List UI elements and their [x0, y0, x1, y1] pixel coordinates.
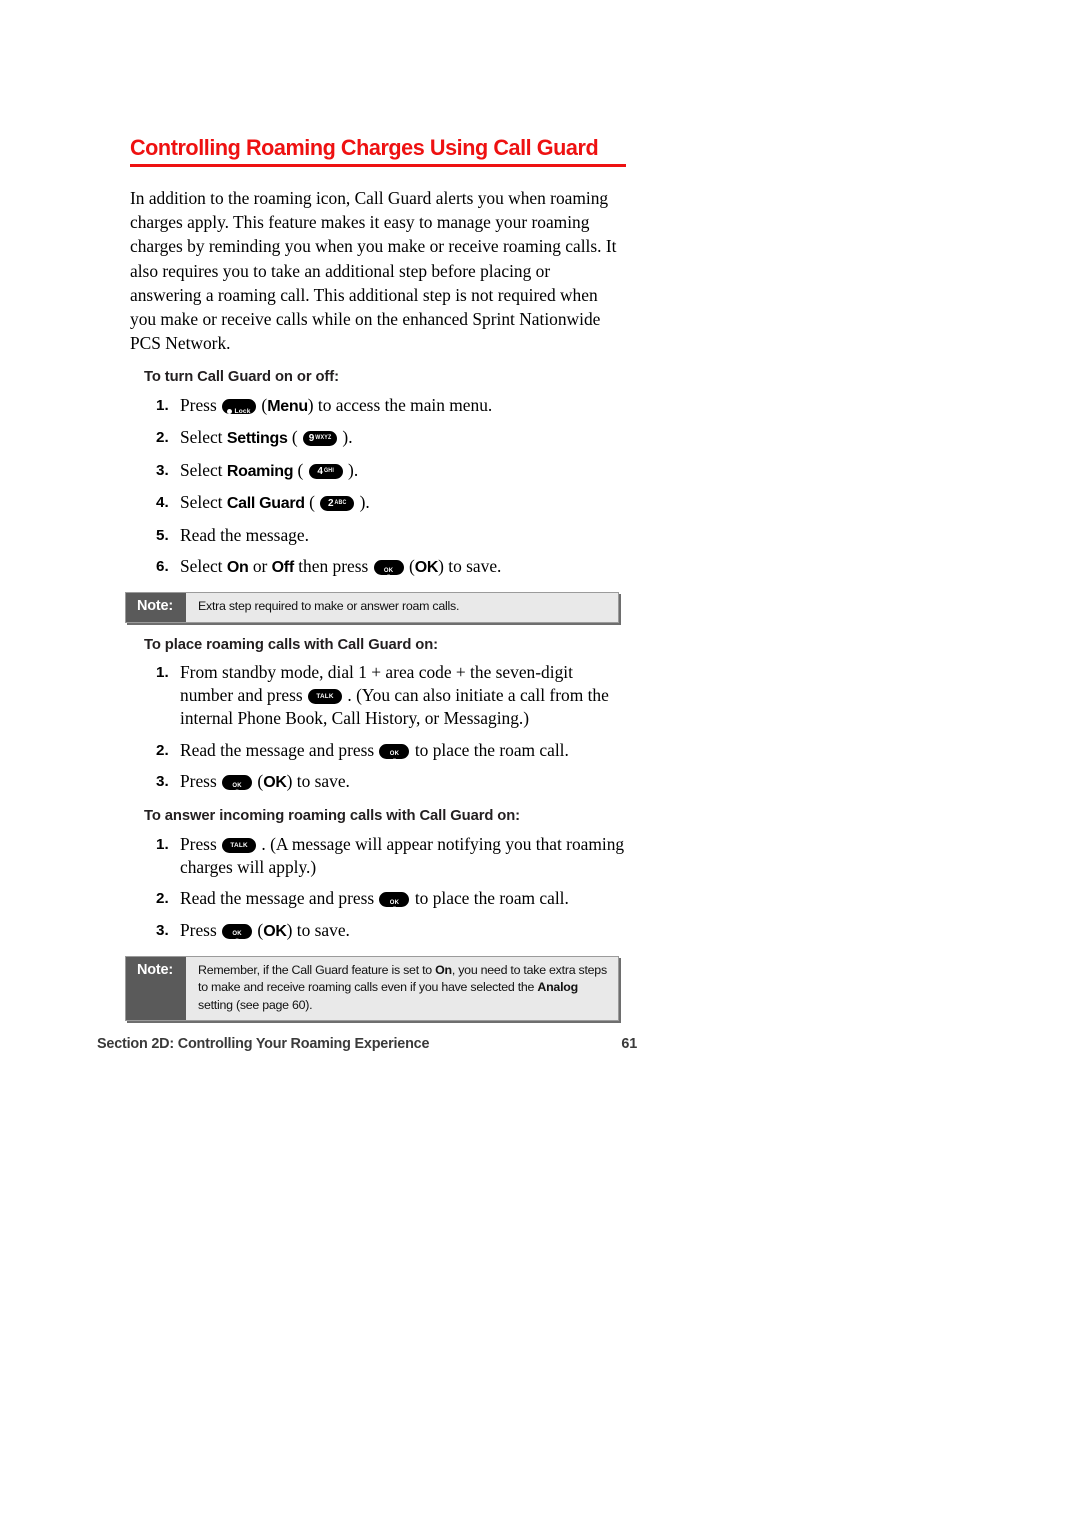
list-item: 6. Select On or Off then press OK≡ (OK) t…: [130, 555, 630, 579]
ok-key-icon: OK≡: [379, 743, 410, 759]
subheading-answer-roaming-calls: To answer incoming roaming calls with Ca…: [144, 808, 521, 825]
subheading-turn-call-guard: To turn Call Guard on or off:: [144, 369, 339, 386]
step-emphasis: Settings: [226, 430, 288, 448]
step-text-post: ).: [338, 427, 353, 448]
step-number: 2.: [156, 890, 169, 908]
talk-key-icon: TALK: [222, 837, 257, 853]
steps-list-place-roaming-calls: 1. From standby mode, dial 1 + area code …: [130, 661, 630, 794]
list-item: 4. Select Call Guard ( 2ABC ).: [130, 491, 630, 515]
list-item: 2. Select Settings ( 9WXYZ ).: [130, 426, 630, 450]
step-text-post: to place the roam call.: [410, 888, 569, 909]
step-text-pre: Select: [180, 427, 227, 448]
step-number: 1.: [156, 396, 169, 414]
step-text-post: (OK) to save.: [404, 556, 502, 577]
step-number: 3.: [156, 773, 169, 791]
list-item: 3. Select Roaming ( 4GHI ).: [130, 459, 630, 483]
step-text-pre: Read the message and press: [180, 739, 379, 760]
intro-paragraph: In addition to the roaming icon, Call Gu…: [130, 188, 617, 354]
key-2-abc-icon: 2ABC: [320, 496, 355, 512]
note-text-part1: Remember, if the Call Guard feature is s…: [198, 962, 436, 977]
step-text-mid: (: [304, 492, 320, 513]
step-text-mid: (: [293, 459, 308, 480]
list-item: 1. Press Lock (Menu) to access the main m…: [130, 394, 630, 418]
ok-key-icon: OK≡: [379, 892, 410, 908]
step-text-post: (Menu) to access the main menu.: [257, 394, 493, 415]
step-emphasis-on: On: [226, 559, 249, 577]
step-number: 3.: [156, 461, 169, 479]
step-emphasis: Call Guard: [226, 495, 305, 513]
step-emphasis: Roaming: [226, 462, 294, 480]
list-item: 1. Press TALK . (A message will appear no…: [130, 833, 630, 879]
page-footer: Section 2D: Controlling Your Roaming Exp…: [97, 1036, 657, 1052]
step-text: Read the message.: [180, 524, 309, 545]
subheading-place-roaming-calls: To place roaming calls with Call Guard o…: [144, 636, 438, 653]
page-number: 61: [621, 1036, 637, 1052]
step-emphasis-off: Off: [271, 559, 295, 577]
talk-key-icon: TALK: [308, 689, 343, 705]
lock-key-icon: Lock: [222, 398, 257, 414]
note-body: Extra step required to make or answer ro…: [198, 599, 460, 614]
step-text-pre: Select: [180, 556, 227, 577]
step-number: 5.: [156, 526, 169, 544]
steps-list-answer-roaming-calls: 1. Press TALK . (A message will appear no…: [130, 833, 630, 943]
step-number: 1.: [156, 664, 169, 682]
step-number: 3.: [156, 921, 169, 939]
steps-list-turn-call-guard: 1. Press Lock (Menu) to access the main m…: [130, 394, 630, 580]
step-text-post: (OK) to save.: [253, 919, 350, 940]
step-number: 2.: [156, 741, 169, 759]
step-text-mid: or: [248, 556, 272, 577]
footer-section-label: Section 2D: Controlling Your Roaming Exp…: [97, 1036, 430, 1052]
step-text-pre: Press: [180, 771, 222, 792]
step-number: 6.: [156, 558, 169, 576]
note-emphasis-analog: Analog: [537, 980, 578, 995]
note-box-1: Note: Extra step required to make or ans…: [125, 592, 619, 623]
list-item: 2. Read the message and press OK≡ to plac…: [130, 739, 630, 762]
note-emphasis-on: On: [435, 962, 452, 977]
step-text-pre: Read the message and press: [180, 888, 379, 909]
step-number: 1.: [156, 835, 169, 853]
step-text-pre: Press: [180, 919, 222, 940]
list-item: 1. From standby mode, dial 1 + area code …: [130, 661, 630, 730]
step-text-pre: Press: [180, 394, 222, 415]
step-text-post: ).: [355, 492, 370, 513]
page-title: Controlling Roaming Charges Using Call G…: [130, 135, 599, 160]
step-text-mid2: then press: [293, 556, 373, 577]
document-page: Controlling Roaming Charges Using Call G…: [0, 0, 1080, 1528]
ok-key-icon: OK≡: [373, 560, 404, 576]
key-4-ghi-icon: 4GHI: [308, 463, 343, 479]
step-number: 4.: [156, 494, 169, 512]
step-text-pre: Press: [180, 833, 222, 854]
note-label: Note:: [126, 956, 186, 1021]
title-underline-rule: [130, 164, 626, 168]
list-item: 3. Press OK≡ (OK) to save.: [130, 919, 630, 943]
document-content: In addition to the roaming icon, Call Gu…: [125, 186, 630, 1022]
page-title-block: Controlling Roaming Charges Using Call G…: [130, 135, 626, 168]
step-text-mid: (: [287, 427, 303, 448]
step-text-post: ).: [343, 459, 359, 480]
list-item: 2. Read the message and press OK≡ to plac…: [130, 887, 630, 910]
step-text-post: to place the roam call.: [410, 739, 569, 760]
step-text-post: (OK) to save.: [253, 771, 350, 792]
step-text-pre: Select: [180, 459, 227, 480]
ok-key-icon: OK≡: [222, 775, 253, 791]
list-item: 5. Read the message.: [130, 524, 630, 547]
step-number: 2.: [156, 429, 169, 447]
note-body: Remember, if the Call Guard feature is s…: [186, 957, 618, 1020]
note-text-part3: setting (see page 60).: [198, 997, 313, 1012]
ok-key-icon: OK≡: [222, 923, 253, 939]
list-item: 3. Press OK≡ (OK) to save.: [130, 770, 630, 794]
note-box-2: Note: Remember, if the Call Guard featur…: [125, 955, 619, 1022]
step-text-pre: Select: [180, 492, 227, 513]
key-9-wxyz-icon: 9WXYZ: [303, 431, 338, 447]
note-label: Note:: [126, 593, 186, 622]
